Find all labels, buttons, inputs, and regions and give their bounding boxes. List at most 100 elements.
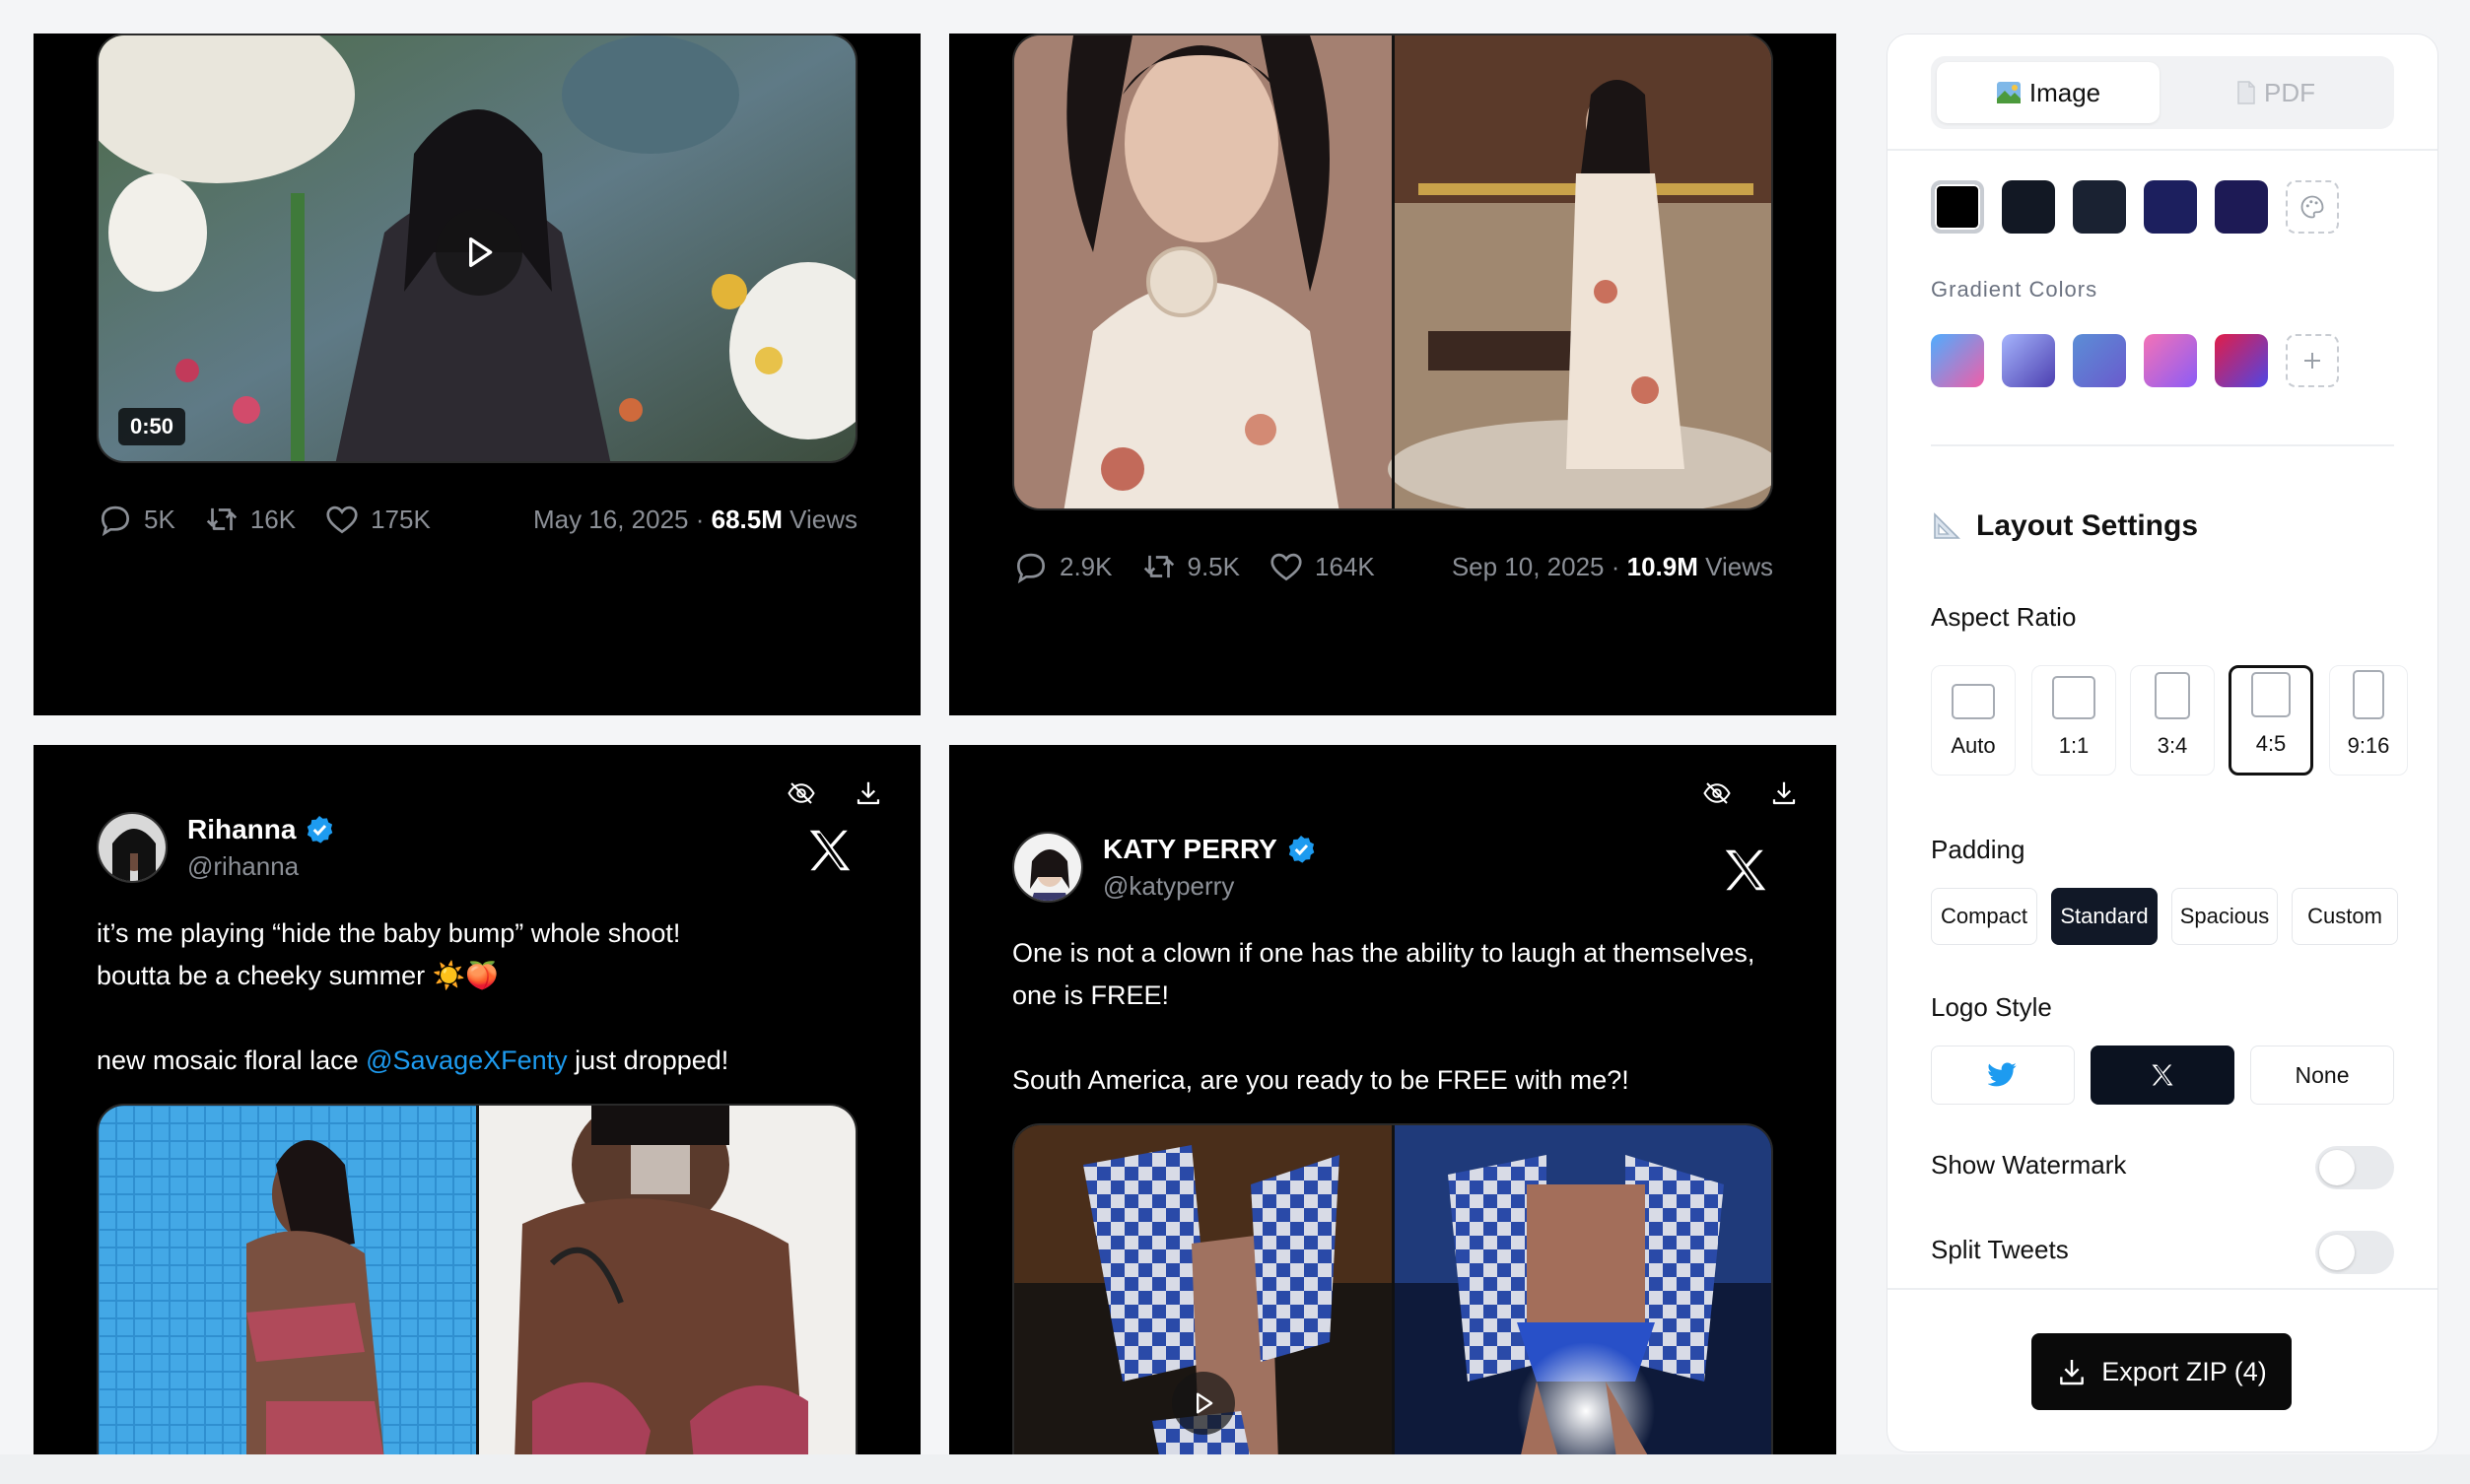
aspect-option-9-16[interactable]: 9:16 bbox=[2329, 665, 2408, 776]
layout-settings-heading: Layout Settings bbox=[1931, 509, 2198, 543]
color-swatch[interactable] bbox=[2215, 180, 2268, 234]
image-icon bbox=[1996, 82, 2021, 103]
video-thumbnail[interactable]: 0:50 bbox=[97, 34, 858, 463]
logo-none-button[interactable]: None bbox=[2250, 1046, 2394, 1105]
reply-stat[interactable]: 5K bbox=[97, 501, 175, 538]
show-watermark-label: Show Watermark bbox=[1931, 1150, 2127, 1180]
tweet-date-views: Sep 10, 2025 · 10.9M Views bbox=[1451, 551, 1773, 581]
color-swatch[interactable] bbox=[2002, 180, 2055, 234]
tweet-line: new mosaic floral lace @SavageXFenty jus… bbox=[97, 1046, 729, 1075]
author-name: Rihanna bbox=[187, 813, 297, 844]
play-button[interactable] bbox=[436, 209, 522, 296]
color-swatch[interactable] bbox=[1931, 180, 1984, 234]
download-icon[interactable] bbox=[854, 778, 883, 808]
mention-link[interactable]: @SavageXFenty bbox=[366, 1046, 568, 1075]
toggle-knob bbox=[2319, 1150, 2355, 1185]
hide-eye-icon[interactable] bbox=[787, 778, 816, 808]
layout-settings-title: Layout Settings bbox=[1976, 509, 2199, 542]
custom-color-button[interactable] bbox=[2286, 180, 2339, 234]
aspect-label: 9:16 bbox=[2347, 733, 2390, 758]
plus-icon bbox=[2304, 353, 2320, 369]
avatar[interactable] bbox=[1012, 832, 1083, 903]
padding-compact-button[interactable]: Compact bbox=[1931, 888, 2037, 945]
padding-custom-button[interactable]: Custom bbox=[2292, 888, 2398, 945]
x-logo-icon bbox=[2152, 1064, 2173, 1086]
x-logo-icon bbox=[1725, 849, 1766, 891]
gradient-swatch[interactable] bbox=[2002, 334, 2055, 387]
retweet-stat[interactable]: 16K bbox=[203, 501, 296, 538]
aspect-shape bbox=[2155, 672, 2190, 719]
tweet-card-4: KATY PERRY @katyperry One is not a clown… bbox=[949, 745, 1836, 1454]
heart-icon bbox=[1270, 553, 1302, 581]
like-stat[interactable]: 164K bbox=[1268, 548, 1375, 585]
tweet-author: Rihanna @rihanna bbox=[97, 812, 335, 883]
play-icon bbox=[1197, 1392, 1213, 1414]
retweet-icon bbox=[206, 507, 238, 531]
aspect-ratio-label: Aspect Ratio bbox=[1931, 602, 2077, 632]
document-icon bbox=[2237, 81, 2255, 104]
aspect-label: Auto bbox=[1951, 733, 1996, 758]
heart-icon bbox=[326, 506, 358, 534]
color-swatch[interactable] bbox=[2073, 180, 2126, 234]
author-handle: @katyperry bbox=[1103, 870, 1235, 901]
avatar-image bbox=[1014, 834, 1081, 901]
play-button[interactable] bbox=[1172, 1372, 1235, 1435]
tab-image-label: Image bbox=[2028, 77, 2101, 107]
gradient-swatch[interactable] bbox=[2144, 334, 2197, 387]
tweet-media[interactable] bbox=[1012, 1123, 1773, 1454]
tweet-stats: 2.9K 9.5K 164K Sep 10, 2025 · 10.9M View… bbox=[1012, 548, 1773, 585]
aspect-shape bbox=[2052, 676, 2095, 719]
logo-x-button[interactable] bbox=[2091, 1046, 2234, 1105]
reply-stat[interactable]: 2.9K bbox=[1012, 548, 1113, 585]
divider bbox=[1887, 149, 2437, 151]
play-icon bbox=[469, 237, 493, 267]
retweet-count: 16K bbox=[249, 504, 297, 534]
tab-image[interactable]: Image bbox=[1937, 62, 2160, 123]
color-swatch[interactable] bbox=[2144, 180, 2197, 234]
tweet-line: One is not a clown if one has the abilit… bbox=[1012, 938, 1755, 968]
reply-icon bbox=[1016, 553, 1046, 584]
aspect-option-auto[interactable]: Auto bbox=[1931, 665, 2016, 776]
card-actions bbox=[787, 778, 883, 808]
export-zip-button[interactable]: Export ZIP (4) bbox=[2031, 1333, 2292, 1410]
show-watermark-toggle[interactable] bbox=[2315, 1146, 2394, 1189]
aspect-shape bbox=[1952, 684, 1995, 719]
author-handle: @rihanna bbox=[187, 850, 300, 881]
avatar[interactable] bbox=[97, 812, 168, 883]
tweet-media[interactable] bbox=[97, 1104, 858, 1454]
download-icon[interactable] bbox=[1769, 778, 1799, 808]
gradient-swatch[interactable] bbox=[1931, 334, 1984, 387]
aspect-option-3-4[interactable]: 3:4 bbox=[2130, 665, 2215, 776]
avatar-image bbox=[99, 814, 166, 881]
video-duration-badge: 0:50 bbox=[118, 408, 186, 445]
reply-count: 5K bbox=[144, 504, 175, 534]
logo-twitter-button[interactable] bbox=[1931, 1046, 2075, 1105]
retweet-count: 9.5K bbox=[1187, 551, 1241, 581]
tweet-line: South America, are you ready to be FREE … bbox=[1012, 1065, 1629, 1095]
padding-label: Padding bbox=[1931, 835, 2025, 864]
twitter-bird-icon bbox=[1988, 1062, 2017, 1087]
like-stat[interactable]: 175K bbox=[323, 501, 431, 538]
padding-spacious-button[interactable]: Spacious bbox=[2171, 888, 2278, 945]
tweet-stats: 5K 16K 175K May 16, 2025 · 68.5M Views bbox=[97, 501, 858, 538]
aspect-option-1-1[interactable]: 1:1 bbox=[2031, 665, 2116, 776]
aspect-option-4-5[interactable]: 4:5 bbox=[2229, 665, 2313, 776]
tab-pdf[interactable]: PDF bbox=[2163, 62, 2388, 123]
gradient-swatch[interactable] bbox=[2073, 334, 2126, 387]
tweet-date-views: May 16, 2025 · 68.5M Views bbox=[532, 504, 858, 534]
aspect-label: 4:5 bbox=[2255, 731, 2287, 756]
gradient-swatch[interactable] bbox=[2215, 334, 2268, 387]
media-image bbox=[1014, 35, 1771, 508]
split-tweets-toggle[interactable] bbox=[2315, 1231, 2394, 1274]
tweet-text: it’s me playing “hide the baby bump” who… bbox=[97, 912, 728, 1082]
split-tweets-label: Split Tweets bbox=[1931, 1235, 2069, 1264]
hide-eye-icon[interactable] bbox=[1702, 778, 1732, 808]
retweet-stat[interactable]: 9.5K bbox=[1140, 548, 1241, 585]
export-label: Export ZIP (4) bbox=[2101, 1356, 2267, 1386]
tweet-media[interactable] bbox=[1012, 34, 1773, 510]
tweet-card-2: 2.9K 9.5K 164K Sep 10, 2025 · 10.9M View… bbox=[949, 34, 1836, 715]
verified-badge-icon bbox=[1288, 835, 1315, 863]
add-gradient-button[interactable] bbox=[2286, 334, 2339, 387]
padding-standard-button[interactable]: Standard bbox=[2051, 888, 2158, 945]
app-stage: 0:50 5K 16K 175K May 16, 2025 · 68.5M Vi… bbox=[0, 0, 2470, 1484]
